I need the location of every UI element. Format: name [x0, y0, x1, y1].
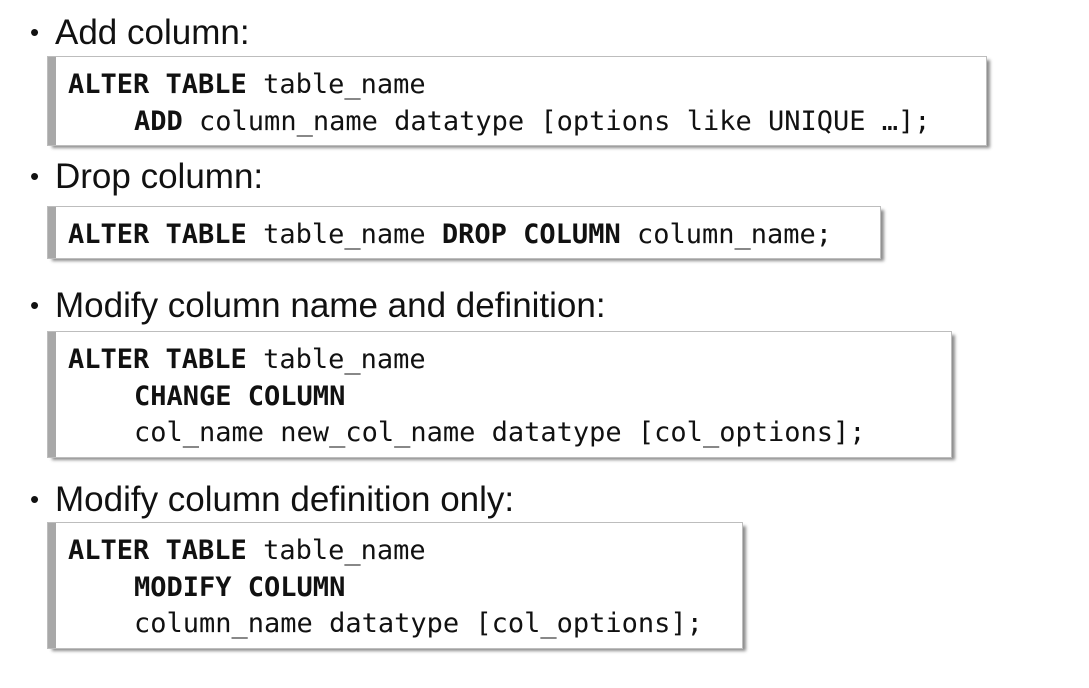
code-line: ALTER TABLE table_name: [68, 67, 986, 104]
bullet-icon: •: [30, 161, 40, 191]
sql-text: table_name: [246, 219, 442, 250]
code-line: ALTER TABLE table_name DROP COLUMN colum…: [68, 217, 880, 254]
heading-text: Add column:: [55, 13, 250, 52]
code-line: col_name new_col_name datatype [col_opti…: [68, 415, 951, 452]
sql-keyword: ADD: [134, 105, 183, 137]
heading-change-column: • Modify column name and definition:: [30, 285, 606, 326]
code-line: MODIFY COLUMN: [68, 570, 742, 607]
code-block-modify-column: ALTER TABLE table_name MODIFY COLUMN col…: [47, 522, 743, 649]
sql-text: table_name: [246, 69, 426, 100]
heading-text: Modify column name and definition:: [55, 286, 606, 325]
code-line: ALTER TABLE table_name: [68, 342, 951, 379]
bullet-icon: •: [30, 484, 40, 514]
code-line: CHANGE COLUMN: [68, 379, 951, 416]
sql-keyword: DROP COLUMN: [441, 219, 621, 250]
sql-text: column_name datatype [options like UNIQU…: [182, 105, 931, 137]
sql-keyword: MODIFY COLUMN: [134, 571, 346, 603]
heading-drop-column: • Drop column:: [30, 156, 263, 197]
bullet-icon: •: [30, 290, 40, 320]
sql-keyword: ALTER TABLE: [68, 219, 247, 250]
sql-text: table_name: [246, 535, 426, 566]
code-block-drop-column: ALTER TABLE table_name DROP COLUMN colum…: [47, 206, 881, 259]
sql-text: column_name;: [620, 219, 833, 250]
sql-keyword: ALTER TABLE: [68, 535, 247, 566]
sql-keyword: CHANGE COLUMN: [134, 380, 346, 412]
sql-text: column_name datatype [col_options];: [134, 608, 703, 639]
code-line: ADD column_name datatype [options like U…: [68, 104, 986, 141]
sql-keyword: ALTER TABLE: [68, 344, 247, 375]
heading-text: Drop column:: [55, 157, 264, 196]
code-block-change-column: ALTER TABLE table_name CHANGE COLUMN col…: [47, 331, 952, 458]
sql-text: table_name: [246, 344, 426, 375]
bullet-icon: •: [30, 17, 40, 47]
sql-keyword: ALTER TABLE: [68, 69, 247, 100]
code-line: column_name datatype [col_options];: [68, 606, 742, 643]
heading-text: Modify column definition only:: [55, 480, 515, 519]
code-block-add-column: ALTER TABLE table_name ADD column_name d…: [47, 56, 987, 146]
heading-add-column: • Add column:: [30, 12, 250, 53]
code-line: ALTER TABLE table_name: [68, 533, 742, 570]
sql-text: col_name new_col_name datatype [col_opti…: [134, 417, 866, 448]
heading-modify-column: • Modify column definition only:: [30, 479, 514, 520]
